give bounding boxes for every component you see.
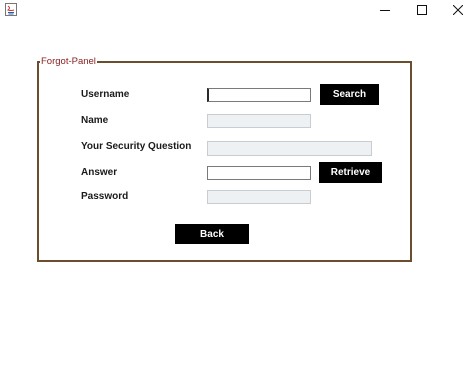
username-label: Username <box>81 89 130 100</box>
close-button[interactable] <box>443 0 473 20</box>
answer-label: Answer <box>81 167 118 178</box>
retrieve-button[interactable]: Retrieve <box>319 162 382 183</box>
back-button[interactable]: Back <box>175 224 249 244</box>
password-label: Password <box>81 191 129 202</box>
password-field <box>207 190 311 204</box>
name-field <box>207 114 311 128</box>
minimize-button[interactable] <box>370 0 400 20</box>
title-bar <box>0 0 474 20</box>
username-input[interactable] <box>207 88 311 102</box>
maximize-button[interactable] <box>407 0 437 20</box>
search-button[interactable]: Search <box>320 84 379 105</box>
name-label: Name <box>81 115 109 126</box>
security-question-field <box>207 141 372 156</box>
security-question-label: Your Security Question <box>81 141 192 152</box>
close-icon <box>453 5 463 15</box>
panel-legend: Forgot-Panel <box>40 56 97 67</box>
java-app-icon <box>5 3 17 16</box>
minimize-icon <box>380 10 390 11</box>
answer-input[interactable] <box>207 166 311 180</box>
maximize-icon <box>417 5 427 15</box>
